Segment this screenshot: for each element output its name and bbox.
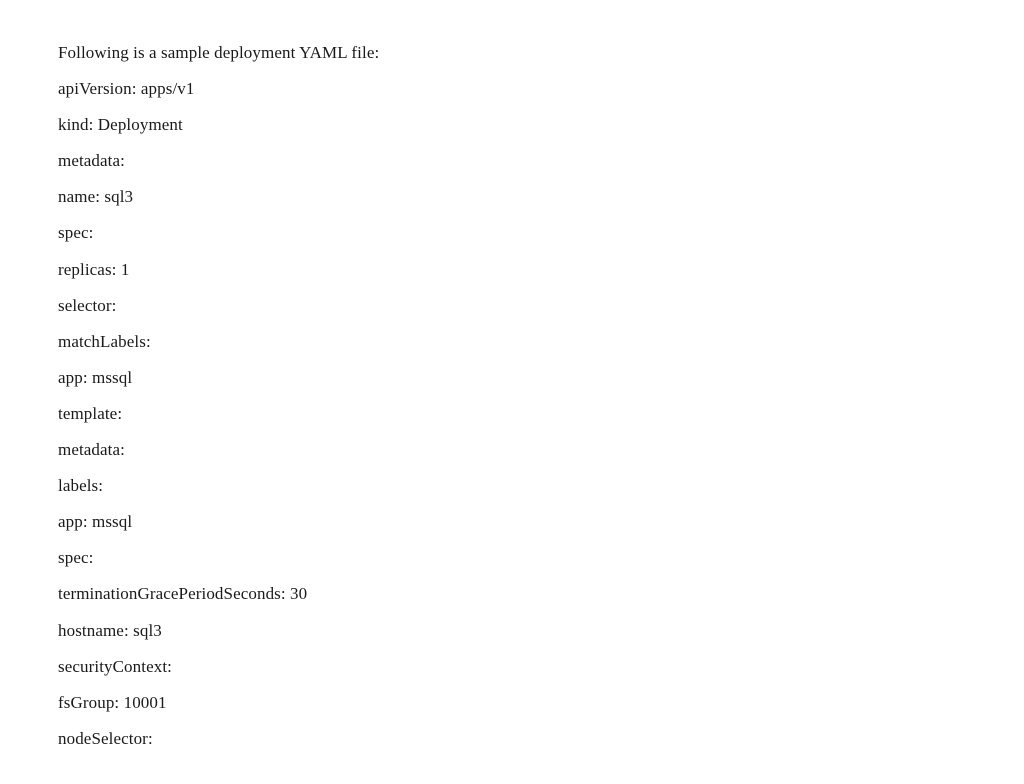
- yaml-line: labels:: [58, 475, 966, 497]
- yaml-line: matchLabels:: [58, 331, 966, 353]
- yaml-line: terminationGracePeriodSeconds: 30: [58, 583, 966, 605]
- yaml-line: replicas: 1: [58, 259, 966, 281]
- yaml-line: spec:: [58, 547, 966, 569]
- yaml-line: name: sql3: [58, 186, 966, 208]
- yaml-line: hostname: sql3: [58, 620, 966, 642]
- yaml-line: app: mssql: [58, 511, 966, 533]
- yaml-line: app: mssql: [58, 367, 966, 389]
- intro-text: Following is a sample deployment YAML fi…: [58, 42, 966, 64]
- yaml-line: metadata:: [58, 150, 966, 172]
- yaml-line: metadata:: [58, 439, 966, 461]
- yaml-line: spec:: [58, 222, 966, 244]
- yaml-line: template:: [58, 403, 966, 425]
- yaml-line: securityContext:: [58, 656, 966, 678]
- yaml-line: fsGroup: 10001: [58, 692, 966, 714]
- yaml-line: nodeSelector:: [58, 728, 966, 750]
- yaml-line: kind: Deployment: [58, 114, 966, 136]
- yaml-line: selector:: [58, 295, 966, 317]
- document-page: Following is a sample deployment YAML fi…: [0, 0, 1024, 784]
- yaml-line: apiVersion: apps/v1: [58, 78, 966, 100]
